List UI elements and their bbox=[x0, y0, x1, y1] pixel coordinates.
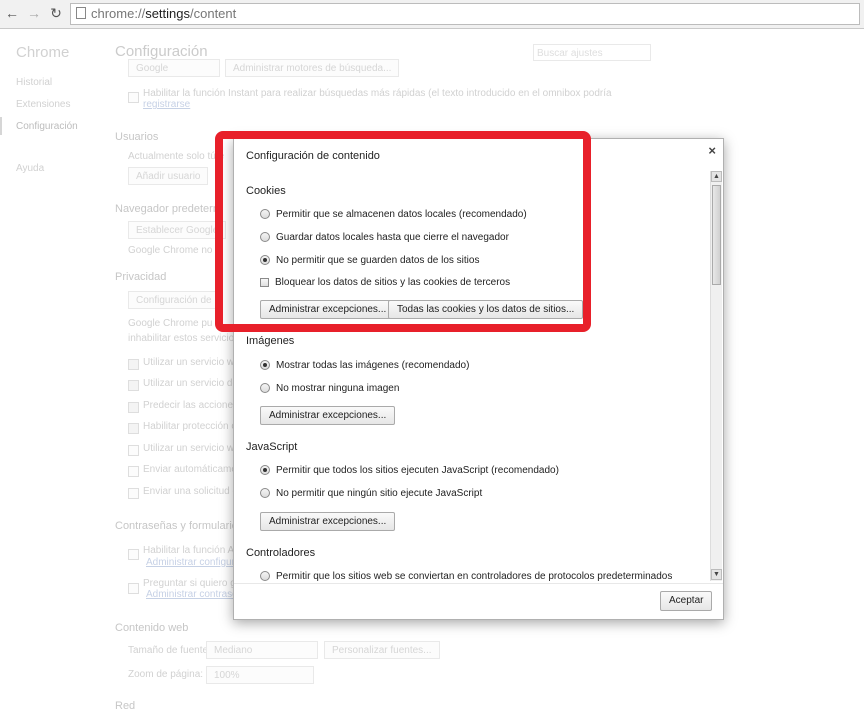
javascript-option-allow[interactable]: Permitir que todos los sitios ejecuten J… bbox=[260, 465, 559, 476]
reload-icon[interactable]: ↻ bbox=[48, 5, 64, 21]
browser-toolbar: ← → ↻ chrome://settings/content bbox=[0, 0, 864, 29]
accept-button[interactable]: Aceptar bbox=[660, 591, 713, 611]
images-manage-exceptions-button[interactable]: Administrar excepciones... bbox=[260, 406, 396, 425]
highlight-frame bbox=[215, 131, 591, 332]
scrollbar-thumb[interactable] bbox=[712, 185, 721, 285]
javascript-option-block[interactable]: No permitir que ningún sitio ejecute Jav… bbox=[260, 488, 482, 499]
forward-icon[interactable]: → bbox=[26, 5, 42, 21]
javascript-heading: JavaScript bbox=[246, 441, 298, 453]
back-icon[interactable]: ← bbox=[4, 5, 20, 21]
radio-icon[interactable] bbox=[260, 488, 270, 498]
close-icon[interactable]: × bbox=[708, 143, 716, 158]
handlers-option-allow[interactable]: Permitir que los sitios web se convierta… bbox=[260, 571, 672, 581]
radio-selected-icon[interactable] bbox=[260, 465, 270, 475]
scroll-up-icon[interactable]: ▲ bbox=[711, 171, 722, 182]
handlers-heading: Controladores bbox=[246, 547, 316, 559]
radio-icon[interactable] bbox=[260, 571, 270, 581]
url-text: chrome://settings/content bbox=[91, 6, 237, 21]
javascript-manage-exceptions-button[interactable]: Administrar excepciones... bbox=[260, 512, 396, 531]
images-heading: Imágenes bbox=[246, 335, 295, 347]
dialog-scrollbar[interactable]: ▲ ▼ bbox=[710, 171, 722, 581]
radio-icon[interactable] bbox=[260, 383, 270, 393]
omnibox[interactable]: chrome://settings/content bbox=[70, 3, 860, 25]
dialog-footer: Aceptar bbox=[234, 583, 723, 620]
page-icon bbox=[76, 7, 86, 19]
scroll-down-icon[interactable]: ▼ bbox=[711, 569, 722, 580]
images-option-show[interactable]: Mostrar todas las imágenes (recomendado) bbox=[260, 360, 469, 371]
radio-selected-icon[interactable] bbox=[260, 360, 270, 370]
images-option-hide[interactable]: No mostrar ninguna imagen bbox=[260, 383, 399, 394]
